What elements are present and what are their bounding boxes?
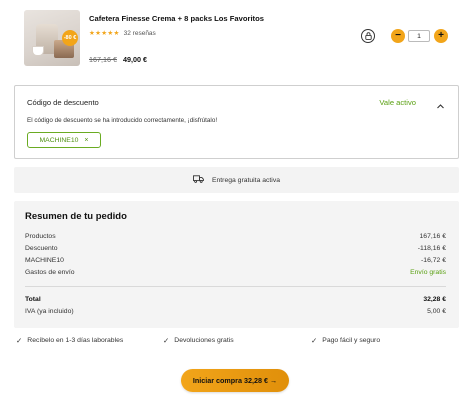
review-count[interactable]: 32 reseñas (124, 30, 156, 37)
summary-value: Envío gratis (410, 269, 446, 276)
discount-badge: -80 € (62, 30, 78, 46)
discount-status: Vale activo (379, 98, 416, 107)
discount-success-message: El código de descuento se ha introducido… (27, 117, 218, 124)
product-prices: 167,16 € 49,00 € (89, 55, 147, 64)
chevron-up-icon[interactable] (436, 98, 445, 109)
vat-value: 5,00 € (427, 308, 446, 315)
summary-row-total: Total 32,28 € (25, 296, 446, 303)
summary-row-vat: IVA (ya incluido) 5,00 € (25, 308, 446, 315)
sale-price: 49,00 € (122, 55, 147, 64)
summary-label: Productos (25, 233, 56, 240)
cup-graphic (32, 46, 44, 56)
summary-value: -16,72 € (421, 257, 446, 264)
feature-returns: ✓ Devoluciones gratis (163, 336, 234, 345)
product-title[interactable]: Cafetera Finesse Crema + 8 packs Los Fav… (89, 14, 264, 23)
feature-payment: ✓ Pago fácil y seguro (311, 336, 381, 345)
original-price: 167,16 € (89, 55, 117, 64)
summary-value: 167,16 € (419, 233, 446, 240)
truck-icon (193, 175, 204, 185)
order-summary: Resumen de tu pedido Productos 167,16 € … (14, 201, 459, 328)
summary-value: -118,16 € (417, 245, 446, 252)
total-value: 32,28 € (423, 296, 446, 303)
cart-product-row: -80 € Cafetera Finesse Crema + 8 packs L… (24, 10, 459, 70)
discount-code-label[interactable]: Código de descuento (27, 98, 99, 107)
summary-label: MACHINE10 (25, 257, 64, 264)
summary-divider (25, 286, 446, 287)
vat-label: IVA (ya incluido) (25, 308, 74, 315)
feature-delivery: ✓ Recíbelo en 1-3 días laborables (16, 336, 124, 345)
rating-stars-icon: ★★★★★ (89, 30, 120, 37)
summary-label: Descuento (25, 245, 58, 252)
applied-code-chip: MACHINE10 × (27, 132, 101, 148)
start-checkout-button[interactable]: Iniciar compra 32,28 € → (181, 369, 289, 392)
summary-label: Gastos de envío (25, 269, 75, 276)
summary-title: Resumen de tu pedido (25, 211, 127, 222)
summary-row-products: Productos 167,16 € (25, 233, 446, 240)
quantity-increase-button[interactable]: + (434, 29, 448, 43)
product-rating: ★★★★★ 32 reseñas (89, 29, 156, 38)
check-icon: ✓ (16, 336, 23, 345)
free-shipping-banner: Entrega gratuita activa (14, 167, 459, 193)
check-icon: ✓ (311, 336, 318, 345)
discount-code-panel: Código de descuento Vale activo El códig… (14, 85, 459, 159)
quantity-decrease-button[interactable]: − (391, 29, 405, 43)
summary-row-coupon: MACHINE10 -16,72 € (25, 257, 446, 264)
summary-row-discount: Descuento -118,16 € (25, 245, 446, 252)
free-shipping-text: Entrega gratuita activa (211, 176, 280, 184)
product-image[interactable]: -80 € (24, 10, 80, 66)
quantity-input[interactable]: 1 (408, 30, 430, 42)
applied-code: MACHINE10 (39, 136, 79, 144)
summary-row-shipping: Gastos de envío Envío gratis (25, 269, 446, 276)
lock-icon[interactable] (361, 29, 375, 43)
remove-code-icon[interactable]: × (84, 137, 88, 144)
check-icon: ✓ (163, 336, 170, 345)
total-label: Total (25, 296, 41, 303)
